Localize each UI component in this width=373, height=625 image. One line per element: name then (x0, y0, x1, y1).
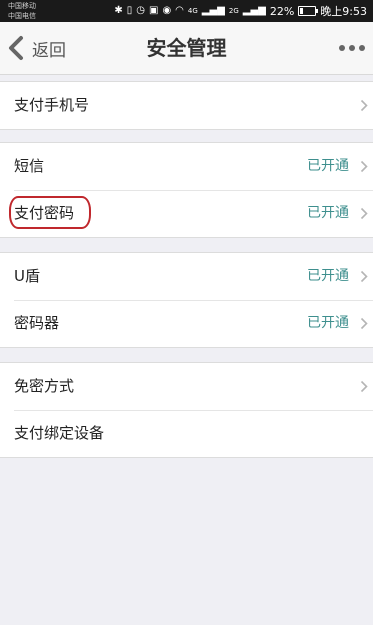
wifi-icon: ◠ (175, 5, 184, 16)
more-dot (349, 45, 355, 51)
clock: 晚上9:53 (320, 5, 367, 18)
chevron-right-icon (360, 380, 368, 393)
row-label: 支付绑定设备 (14, 424, 105, 442)
settings-group-devices: 免密方式 支付绑定设备 (0, 362, 373, 458)
alarm-icon: ◷ (136, 5, 145, 16)
status-badge: 已开通 (307, 315, 349, 331)
row-sms[interactable]: 短信 已开通 (0, 143, 373, 190)
bluetooth-icon: ✱ (114, 5, 123, 16)
chevron-left-icon (9, 36, 23, 60)
row-label: 免密方式 (14, 377, 75, 395)
carrier-1: 中国移动 (8, 2, 36, 10)
row-label: 短信 (14, 157, 45, 175)
chevron-right-icon (360, 160, 368, 173)
status-badge: 已开通 (307, 205, 349, 221)
chevron-right-icon (360, 317, 368, 330)
chevron-right-icon (360, 207, 368, 220)
network-1-label: 4G (187, 7, 198, 15)
row-label: U盾 (14, 267, 40, 285)
signal-icon: ▂▄▆ (201, 5, 225, 16)
row-u-shield[interactable]: U盾 已开通 (0, 253, 373, 300)
status-badge: 已开通 (307, 268, 349, 284)
settings-group-phone: 支付手机号 (0, 81, 373, 130)
settings-group-verify: 短信 已开通 支付密码 已开通 (0, 142, 373, 238)
hd-icon: ▣ (148, 5, 159, 16)
nav-bar: 返回 安全管理 (0, 22, 373, 75)
status-bar: 中国移动 中国电信 ✱ ▯ ◷ ▣ ◉ ◠ 4G ▂▄▆ 2G ▂▄▆ 22% … (0, 0, 373, 22)
back-button[interactable]: 返回 (6, 22, 66, 74)
row-payment-password[interactable]: 支付密码 已开通 (0, 190, 373, 237)
status-badge: 已开通 (307, 158, 349, 174)
chevron-right-icon (360, 99, 368, 112)
more-dots-icon (339, 45, 345, 51)
vibrate-icon: ▯ (126, 5, 133, 16)
more-button[interactable] (339, 22, 365, 74)
more-dot (359, 45, 365, 51)
row-password-device[interactable]: 密码器 已开通 (0, 300, 373, 347)
row-payment-phone[interactable]: 支付手机号 (0, 82, 373, 129)
eye-icon: ◉ (162, 5, 172, 16)
row-label: 支付手机号 (14, 96, 90, 114)
battery-icon (298, 6, 319, 16)
row-label: 密码器 (14, 314, 60, 332)
row-bound-devices[interactable]: 支付绑定设备 (0, 410, 373, 457)
network-2-label: 2G (228, 7, 239, 15)
carrier-info: 中国移动 中国电信 (8, 1, 36, 21)
carrier-2: 中国电信 (8, 12, 36, 20)
battery-percent: 22% (269, 4, 295, 18)
row-label: 支付密码 (14, 204, 75, 222)
status-icons: ✱ ▯ ◷ ▣ ◉ ◠ 4G ▂▄▆ 2G ▂▄▆ 22% 晚上9:53 (114, 0, 367, 22)
settings-group-hardware: U盾 已开通 密码器 已开通 (0, 252, 373, 348)
row-password-free[interactable]: 免密方式 (0, 363, 373, 410)
chevron-right-icon (360, 270, 368, 283)
back-label: 返回 (32, 40, 66, 61)
signal-2-icon: ▂▄▆ (242, 5, 266, 16)
